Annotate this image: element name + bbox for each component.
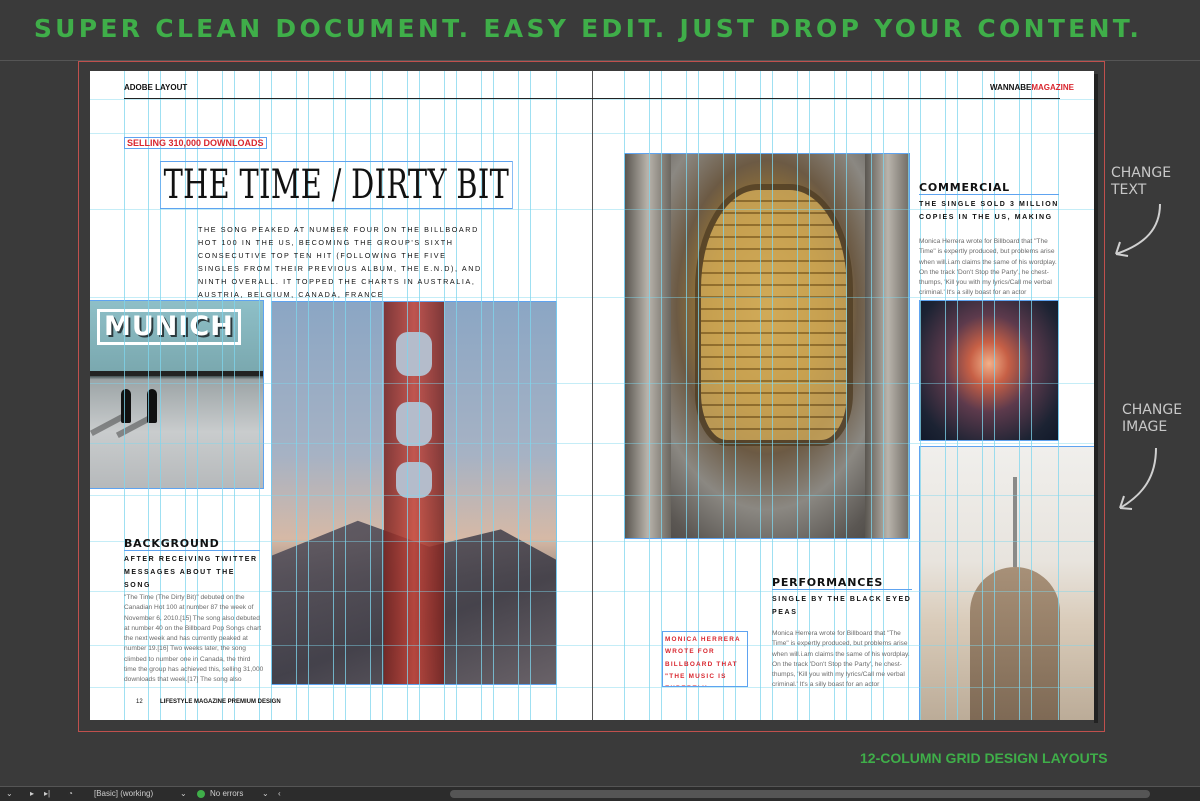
- banner-headline: SUPER CLEAN DOCUMENT. EASY EDIT. JUST DR…: [33, 14, 1143, 43]
- document-canvas[interactable]: MUNICH ADOBE LAYOUT WANNABEMAGAZINE SELL…: [0, 61, 1200, 786]
- last-page-icon[interactable]: ▸|: [44, 789, 50, 798]
- woman-silhouette: [970, 567, 1060, 720]
- header-rule: [124, 98, 1060, 99]
- person-silhouette: [147, 389, 157, 423]
- footer-label[interactable]: LIFESTYLE MAGAZINE PREMIUM DESIGN: [160, 699, 281, 705]
- tower-window: [396, 462, 432, 498]
- bridge-image-frame[interactable]: [271, 301, 557, 685]
- curved-arrow-icon: [1119, 447, 1157, 510]
- background-title[interactable]: BACKGROUND: [124, 537, 260, 551]
- top-banner: SUPER CLEAN DOCUMENT. EASY EDIT. JUST DR…: [0, 0, 1200, 61]
- kicker[interactable]: SELLING 310,000 DOWNLOADS: [124, 137, 267, 149]
- grid-caption: 12-COLUMN GRID DESIGN LAYOUTS: [860, 750, 1108, 766]
- page-spread[interactable]: MUNICH ADOBE LAYOUT WANNABEMAGAZINE SELL…: [90, 71, 1094, 720]
- headline[interactable]: THE TIME / DIRTY BIT: [160, 161, 513, 209]
- tower-window: [396, 402, 432, 446]
- building-spire: [1013, 477, 1017, 567]
- scroll-left-icon[interactable]: ‹: [278, 789, 281, 798]
- munich-image-frame[interactable]: MUNICH: [90, 300, 264, 489]
- running-header-left[interactable]: ADOBE LAYOUT: [124, 83, 187, 92]
- commercial-body[interactable]: Monica Herrera wrote for Billboard that …: [919, 237, 1059, 297]
- chevron-down-icon[interactable]: ⌄: [262, 789, 269, 798]
- performances-body[interactable]: Monica Herrera wrote for Billboard that …: [772, 629, 912, 691]
- change-image-label: CHANGE IMAGE: [1122, 402, 1183, 435]
- intro-paragraph[interactable]: The song peaked at number four on the Bi…: [198, 223, 484, 301]
- performances-subhead[interactable]: SINGLE BY THE BLACK EYED PEAS: [772, 593, 912, 619]
- commercial-title[interactable]: COMMERCIAL: [919, 181, 1059, 195]
- preflight-icon[interactable]: ◔: [68, 789, 73, 798]
- munich-sign-text: MUNICH: [97, 309, 241, 345]
- status-bar: ⌄ ▸ ▸| ◔ [Basic] (working) ⌄ No errors ⌄…: [0, 786, 1200, 801]
- person-silhouette: [121, 389, 131, 423]
- background-subhead[interactable]: AFTER RECEIVING TWITTER MESSAGES ABOUT T…: [124, 553, 260, 592]
- pillar: [625, 154, 671, 538]
- next-page-icon[interactable]: ▸: [30, 789, 34, 798]
- change-text-label: CHANGE TEXT: [1111, 165, 1172, 198]
- page-shadow: [1094, 74, 1098, 723]
- munich-divider: [90, 371, 263, 376]
- header-brand: WANNABE: [990, 83, 1032, 92]
- pagoda-image-frame[interactable]: [919, 300, 1059, 441]
- chevron-down-icon[interactable]: ⌄: [180, 789, 187, 798]
- chevron-down-icon[interactable]: ⌄: [6, 789, 13, 798]
- curved-arrow-icon: [1115, 203, 1161, 257]
- status-ok-icon: [197, 790, 205, 798]
- preflight-profile[interactable]: [Basic] (working): [94, 789, 153, 798]
- spine: [592, 71, 593, 720]
- horizontal-scrollbar[interactable]: [450, 790, 1150, 798]
- tower-window: [396, 332, 432, 376]
- commercial-subhead[interactable]: THE SINGLE SOLD 3 MILLION COPIES IN THE …: [919, 198, 1059, 224]
- ceiling-vault: [695, 184, 853, 446]
- pull-quote[interactable]: MONICA HERRERA WROTE FOR BILLBOARD THAT …: [662, 631, 748, 687]
- page-number: 12: [136, 699, 143, 705]
- performances-title[interactable]: PERFORMANCES: [772, 576, 912, 590]
- background-body[interactable]: "The Time (The Dirty Bit)" debuted on th…: [124, 593, 264, 687]
- cathedral-image-frame[interactable]: [624, 153, 910, 539]
- city-woman-image-frame[interactable]: [919, 446, 1094, 720]
- pillar: [865, 154, 909, 538]
- preflight-errors: No errors: [210, 789, 244, 798]
- running-header-right[interactable]: WANNABEMAGAZINE: [990, 83, 1074, 92]
- header-brand-accent: MAGAZINE: [1031, 83, 1075, 92]
